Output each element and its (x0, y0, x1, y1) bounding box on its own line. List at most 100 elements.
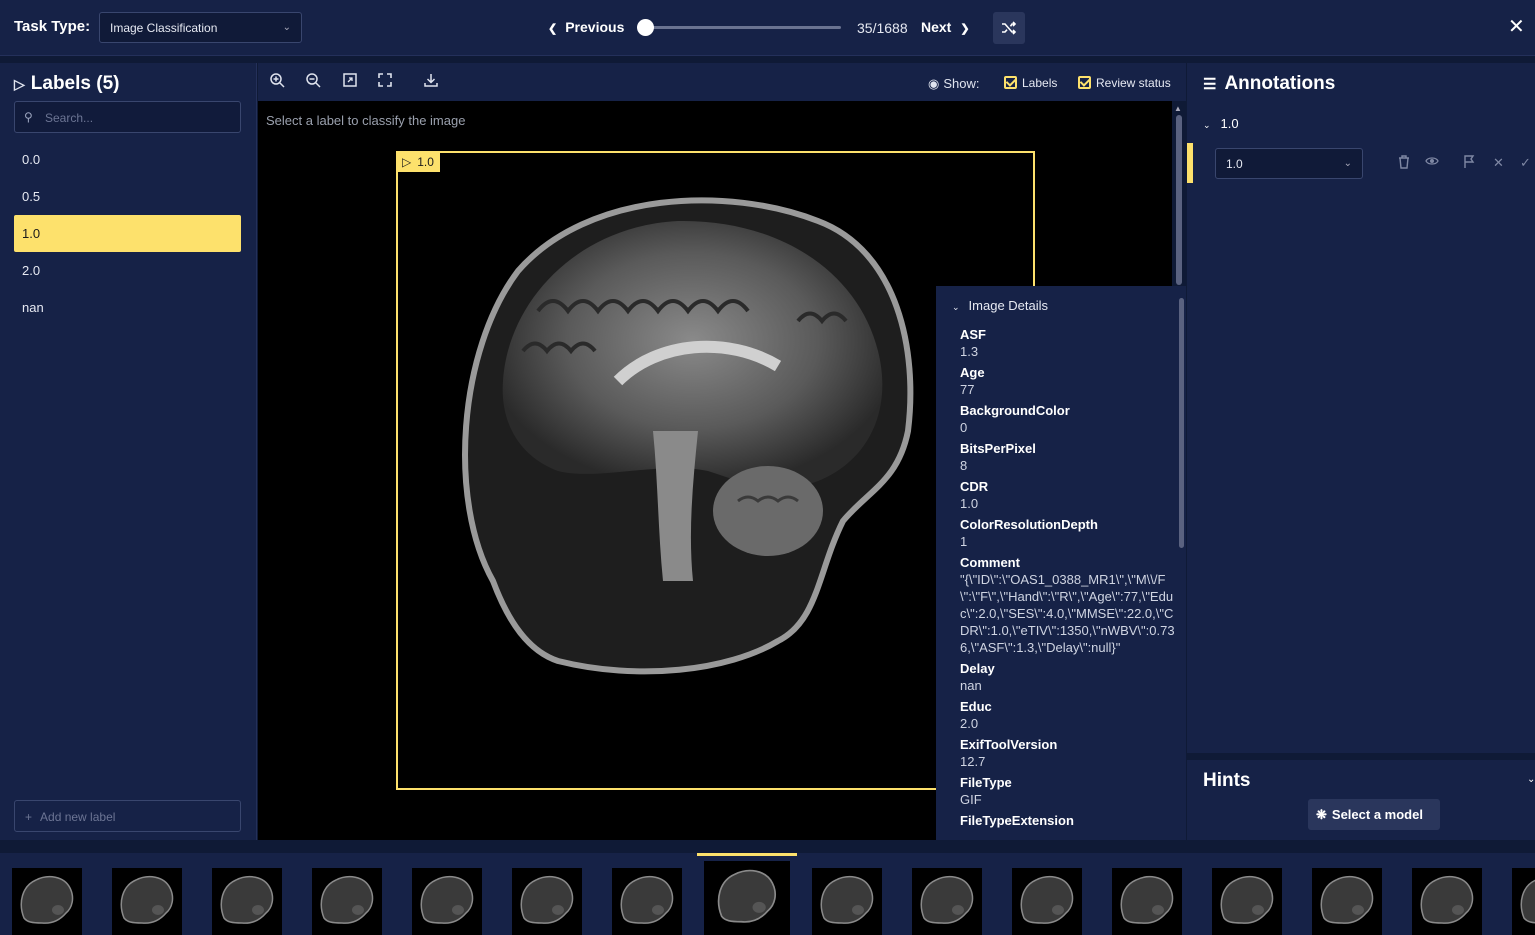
scroll-up-icon[interactable]: ▲ (1174, 104, 1182, 113)
detail-value: nan (960, 678, 982, 693)
image-slider-handle[interactable] (637, 19, 654, 36)
label-tag-icon: ▷ (14, 76, 25, 92)
task-type-select[interactable]: Image Classification ⌄ (99, 12, 302, 43)
close-icon[interactable]: ✕ (1508, 14, 1525, 39)
label-item-text: 0.5 (22, 189, 41, 204)
download-icon[interactable] (424, 73, 438, 91)
detail-value: 12.7 (960, 754, 986, 769)
details-scrollbar-thumb[interactable] (1179, 298, 1184, 548)
thumbnail-item[interactable] (1112, 868, 1182, 935)
zoom-in-icon[interactable] (270, 73, 285, 92)
image-details-header[interactable]: ⌄ Image Details (952, 298, 1048, 313)
label-item-text: 2.0 (22, 263, 41, 278)
detail-key: ExifToolVersion (960, 737, 1058, 752)
previous-label: Previous (565, 19, 625, 35)
detail-key: BackgroundColor (960, 403, 1070, 418)
layers-icon: ☰ (1203, 76, 1217, 93)
image-slider-track[interactable] (645, 26, 841, 29)
zoom-out-icon[interactable] (306, 73, 321, 92)
detail-field: Comment "{\"ID\":\"OAS1_0388_MR1\",\"M\\/… (960, 554, 1178, 656)
reject-icon[interactable]: ✕ (1493, 155, 1504, 171)
show-options: ◉ Show: (928, 76, 979, 92)
detail-value: 1.3 (960, 344, 979, 359)
detail-value: "{\"ID\":\"OAS1_0388_MR1\",\"M\\/F\":\"F… (960, 572, 1175, 655)
thumbnail-item[interactable] (1512, 868, 1535, 935)
annotations-title: ☰ Annotations (1203, 73, 1335, 95)
hints-panel: Hints ⌄ ❋ Select a model (1187, 760, 1535, 840)
add-label-placeholder: Add new label (40, 810, 116, 824)
label-search-input[interactable] (45, 108, 235, 128)
current-thumbnail-indicator (697, 853, 797, 856)
thumbnail-item[interactable] (1212, 868, 1282, 935)
thumbnail-item[interactable] (212, 868, 282, 935)
detail-key: ColorResolutionDepth (960, 517, 1098, 532)
label-item-0-5[interactable]: 0.5 (14, 178, 241, 215)
labels-title-text: Labels (5) (30, 73, 120, 94)
detail-key: Age (960, 365, 985, 380)
detail-field: BackgroundColor 0 (960, 402, 1178, 436)
detail-value: 1 (960, 534, 968, 549)
label-item-0-0[interactable]: 0.0 (14, 141, 241, 178)
detail-field: BitsPerPixel 8 (960, 440, 1178, 474)
label-item-1-0[interactable]: 1.0 (14, 215, 241, 252)
annotation-group-header[interactable]: ⌄ 1.0 (1203, 116, 1239, 131)
detail-key: ASF (960, 327, 986, 342)
task-type-label: Task Type: (14, 18, 91, 35)
thumbnail-item[interactable] (12, 868, 82, 935)
detail-value: GIF (960, 792, 982, 807)
label-item-2-0[interactable]: 2.0 (14, 252, 241, 289)
annotation-label-select[interactable]: 1.0 ⌄ (1215, 148, 1363, 179)
thumbnail-item[interactable] (112, 868, 182, 935)
detail-field: Educ 2.0 (960, 698, 1178, 732)
thumbnail-item[interactable] (1412, 868, 1482, 935)
review-status-label: Review status (1096, 76, 1171, 90)
thumbnail-item[interactable] (412, 868, 482, 935)
thumbnail-item[interactable] (1312, 868, 1382, 935)
labels-checkbox-label: Labels (1022, 76, 1058, 90)
detail-value: 0 (960, 420, 968, 435)
fit-icon[interactable] (343, 73, 357, 91)
detail-key: CDR (960, 479, 989, 494)
detail-field: ASF 1.3 (960, 326, 1178, 360)
select-model-button[interactable]: ❋ Select a model (1308, 799, 1440, 830)
image-details-panel: ⌄ Image Details ASF 1.3 Age 77 BackgroundCo… (936, 286, 1186, 840)
show-label: Show: (943, 76, 980, 91)
eye-icon[interactable] (1425, 155, 1439, 170)
thumbnail-item[interactable] (512, 868, 582, 935)
annotation-label-value: 1.0 (1226, 157, 1243, 171)
labels-checkbox[interactable]: Labels (1004, 76, 1057, 90)
image-details-list: ASF 1.3 Age 77 BackgroundColor 0 BitsPerPix… (960, 326, 1178, 833)
next-button[interactable]: Next ❯ (921, 19, 970, 35)
detail-key: Delay (960, 661, 995, 676)
fullscreen-icon[interactable] (378, 73, 392, 91)
label-item-text: nan (22, 300, 44, 315)
detail-value: 1.0 (960, 496, 979, 511)
thumbnail-item[interactable] (912, 868, 982, 935)
accept-icon[interactable]: ✓ (1520, 155, 1531, 171)
plus-icon: + (25, 810, 33, 824)
thumbnail-item[interactable] (812, 868, 882, 935)
label-item-nan[interactable]: nan (14, 289, 241, 326)
model-icon: ❋ (1316, 807, 1327, 822)
detail-field: Age 77 (960, 364, 1178, 398)
thumbnail-item[interactable] (612, 868, 682, 935)
previous-button[interactable]: ❮ Previous (548, 19, 624, 35)
chevron-down-icon: ⌄ (1203, 120, 1211, 130)
eye-icon: ◉ (928, 76, 940, 91)
shuffle-button[interactable] (993, 12, 1025, 44)
delete-icon[interactable] (1398, 155, 1410, 172)
label-tag-icon: ▷ (402, 155, 412, 169)
scrollbar-thumb[interactable] (1176, 115, 1182, 285)
thumbnail-item[interactable] (312, 868, 382, 935)
thumbnail-item[interactable] (1012, 868, 1082, 935)
thumbnail-item[interactable] (704, 861, 790, 935)
details-scrollbar[interactable] (1176, 286, 1186, 840)
annotation-tag: ▷ 1.0 (396, 151, 440, 172)
viewer-toolbar: ◉ Show: Labels Review status (258, 63, 1186, 101)
chevron-down-icon[interactable]: ⌄ (1527, 774, 1535, 785)
add-label-input[interactable]: + Add new label (14, 800, 241, 832)
flag-icon[interactable] (1463, 155, 1475, 172)
review-status-checkbox[interactable]: Review status (1078, 76, 1171, 90)
thumbnail-strip (0, 853, 1535, 935)
image-details-title: Image Details (968, 298, 1049, 313)
